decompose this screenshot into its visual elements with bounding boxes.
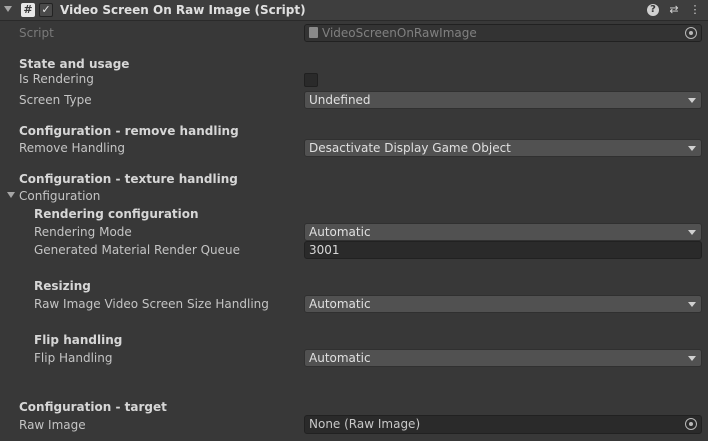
dropdown-arrow-icon xyxy=(688,98,696,103)
subsection-resizing: Resizing xyxy=(34,279,91,293)
section-state-and-usage: State and usage xyxy=(19,57,130,71)
flip-handling-value: Automatic xyxy=(309,351,371,365)
context-menu-icon[interactable]: ⋮ xyxy=(688,3,702,17)
subsection-flip-handling: Flip handling xyxy=(34,333,123,347)
help-icon[interactable]: ? xyxy=(647,4,659,16)
screen-type-value: Undefined xyxy=(309,93,371,107)
remove-handling-value: Desactivate Display Game Object xyxy=(309,141,511,155)
rendering-mode-value: Automatic xyxy=(309,225,371,239)
subsection-rendering-configuration: Rendering configuration xyxy=(34,207,199,221)
remove-handling-label: Remove Handling xyxy=(19,141,126,155)
raw-image-field[interactable]: None (Raw Image) xyxy=(304,415,702,434)
flip-handling-label: Flip Handling xyxy=(34,351,113,365)
section-texture-handling: Configuration - texture handling xyxy=(19,172,238,186)
script-icon: # xyxy=(21,3,35,17)
is-rendering-checkbox[interactable] xyxy=(304,73,318,87)
rendering-mode-dropdown[interactable]: Automatic xyxy=(304,223,702,241)
render-queue-input[interactable]: 3001 xyxy=(304,241,702,259)
is-rendering-label: Is Rendering xyxy=(19,72,94,86)
rendering-mode-label: Rendering Mode xyxy=(34,225,132,239)
raw-image-label: Raw Image xyxy=(19,418,86,432)
size-handling-value: Automatic xyxy=(309,297,371,311)
raw-image-value: None (Raw Image) xyxy=(309,417,421,431)
dropdown-arrow-icon xyxy=(688,356,696,361)
enabled-checkbox[interactable]: ✓ xyxy=(39,3,53,17)
script-field-value: VideoScreenOnRawImage xyxy=(322,26,477,40)
collapse-chevron-icon[interactable] xyxy=(4,6,12,12)
script-label: Script xyxy=(19,26,54,40)
dropdown-arrow-icon xyxy=(688,302,696,307)
remove-handling-dropdown[interactable]: Desactivate Display Game Object xyxy=(304,139,702,157)
flip-handling-dropdown[interactable]: Automatic xyxy=(304,349,702,367)
script-file-icon xyxy=(309,27,318,38)
presets-icon[interactable]: ⇄ xyxy=(667,3,681,17)
script-field[interactable]: VideoScreenOnRawImage xyxy=(304,24,702,42)
screen-type-dropdown[interactable]: Undefined xyxy=(304,91,702,109)
render-queue-label: Generated Material Render Queue xyxy=(34,243,240,257)
component-header: # ✓ Video Screen On Raw Image (Script) ?… xyxy=(0,0,708,21)
component-title: Video Screen On Raw Image (Script) xyxy=(60,3,306,17)
size-handling-dropdown[interactable]: Automatic xyxy=(304,295,702,313)
section-target: Configuration - target xyxy=(19,400,167,414)
object-picker-icon[interactable] xyxy=(685,418,697,430)
section-remove-handling: Configuration - remove handling xyxy=(19,124,239,138)
dropdown-arrow-icon xyxy=(688,146,696,151)
dropdown-arrow-icon xyxy=(688,230,696,235)
object-picker-icon[interactable] xyxy=(685,27,697,39)
configuration-foldout[interactable]: Configuration xyxy=(19,188,100,204)
size-handling-label: Raw Image Video Screen Size Handling xyxy=(34,297,269,311)
screen-type-label: Screen Type xyxy=(19,93,92,107)
foldout-arrow-icon[interactable] xyxy=(7,192,15,198)
